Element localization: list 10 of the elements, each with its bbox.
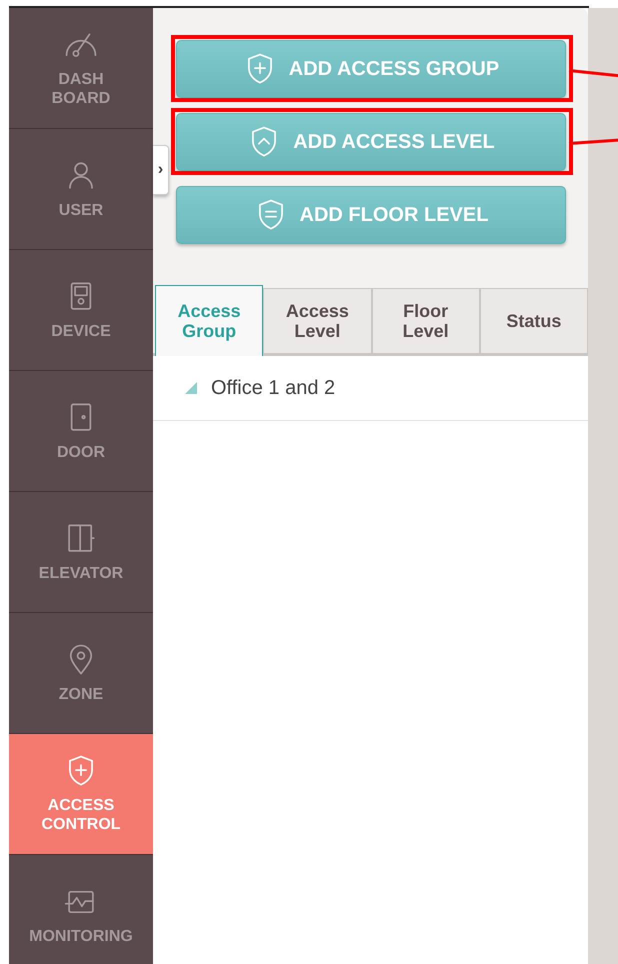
tab[interactable]: Floor Level xyxy=(372,288,480,353)
tab[interactable]: Access Level xyxy=(263,288,372,353)
collapse-handle[interactable]: › xyxy=(153,145,169,195)
add-button[interactable]: ADD ACCESS GROUP xyxy=(176,40,566,98)
tab[interactable]: Access Group xyxy=(155,285,264,356)
expand-triangle-icon[interactable] xyxy=(185,382,197,394)
sidebar-item[interactable]: ACCESS CONTROL xyxy=(9,734,153,855)
tab[interactable]: Status xyxy=(480,288,588,353)
add-button[interactable]: ADD FLOOR LEVEL xyxy=(176,186,566,244)
add-button[interactable]: ADD ACCESS LEVEL xyxy=(176,113,566,171)
